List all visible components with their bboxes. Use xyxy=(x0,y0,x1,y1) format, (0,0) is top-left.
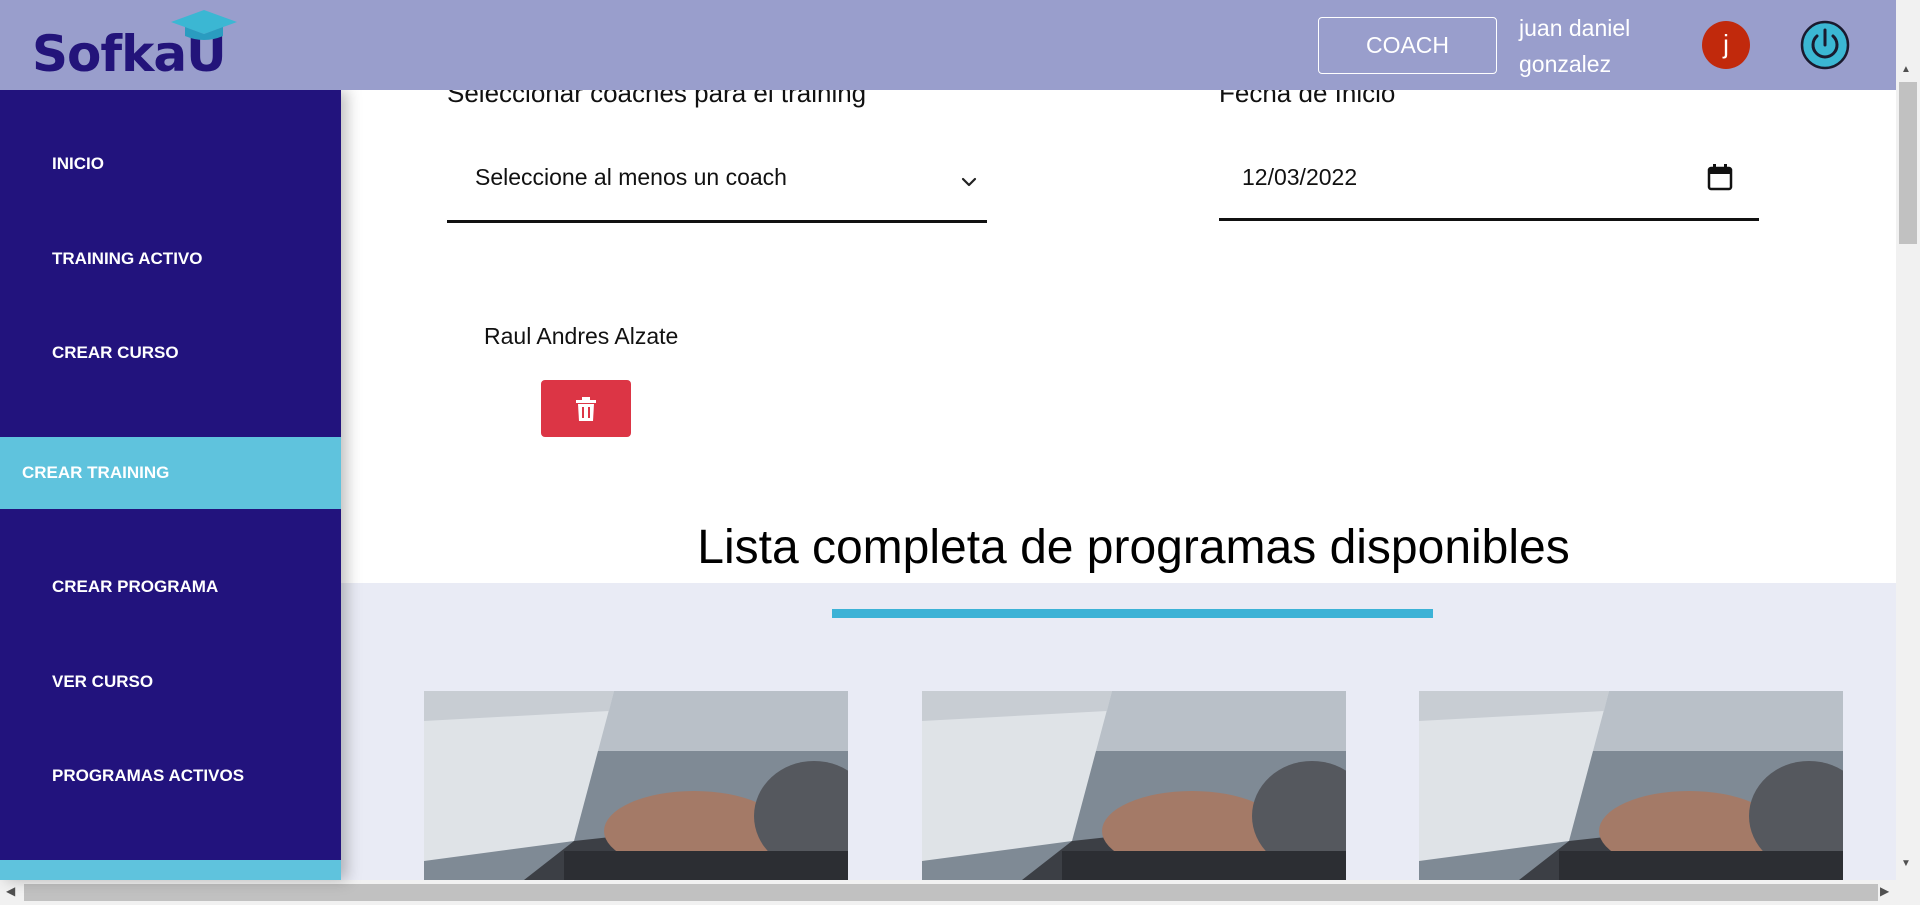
sidebar-item-crear-programa[interactable]: CREAR PROGRAMA xyxy=(0,551,341,623)
scroll-right-arrow-icon[interactable]: ▶ xyxy=(1880,884,1889,898)
programs-title: Lista completa de programas disponibles xyxy=(697,521,1570,574)
sidebar-item-programas-activos[interactable]: PROGRAMAS ACTIVOS xyxy=(0,740,341,812)
sidebar-item-crear-curso[interactable]: CREAR CURSO xyxy=(0,317,341,389)
program-card[interactable] xyxy=(922,691,1346,880)
chevron-down-icon xyxy=(961,177,977,187)
coaches-select[interactable]: Seleccione al menos un coach xyxy=(447,150,987,223)
power-icon[interactable] xyxy=(1800,20,1850,70)
start-date-value: 12/03/2022 xyxy=(1242,164,1358,190)
sidebar-item-training-activo[interactable]: TRAINING ACTIVO xyxy=(0,223,341,295)
scroll-down-arrow-icon[interactable]: ▼ xyxy=(1901,858,1911,869)
selected-coach-name: Raul Andres Alzate xyxy=(484,323,679,349)
sidebar-bottom-strip xyxy=(0,860,341,880)
scroll-left-arrow-icon[interactable]: ◀ xyxy=(6,884,15,898)
vertical-scroll-thumb[interactable] xyxy=(1899,82,1917,244)
page: Seleccionar coaches para el training Fec… xyxy=(0,0,1920,905)
laptop-typing-photo xyxy=(922,691,1346,880)
calendar-icon[interactable] xyxy=(1707,163,1733,191)
horizontal-scroll-thumb[interactable] xyxy=(24,884,1878,901)
remove-coach-button[interactable] xyxy=(541,380,631,437)
laptop-typing-photo xyxy=(1419,691,1843,880)
scroll-up-arrow-icon[interactable]: ▲ xyxy=(1901,64,1911,75)
sidebar-item-ver-curso[interactable]: VER CURSO xyxy=(0,646,341,718)
trash-icon xyxy=(576,397,596,421)
top-header: SofkaU COACH juan daniel gonzalez j xyxy=(0,0,1896,90)
sidebar-item-inicio[interactable]: INICIO xyxy=(0,128,341,200)
sidebar: INICIO TRAINING ACTIVO CREAR CURSO CREAR… xyxy=(0,90,341,880)
graduation-cap-icon xyxy=(171,10,237,40)
title-underline xyxy=(832,609,1433,618)
role-button[interactable]: COACH xyxy=(1318,17,1497,74)
sidebar-item-crear-training[interactable]: CREAR TRAINING xyxy=(0,437,341,509)
sofkau-logo[interactable]: SofkaU xyxy=(32,10,242,83)
laptop-typing-photo xyxy=(424,691,848,880)
program-card[interactable] xyxy=(1419,691,1843,880)
user-name: juan daniel gonzalez xyxy=(1519,15,1631,77)
program-card[interactable] xyxy=(424,691,848,880)
avatar[interactable]: j xyxy=(1702,21,1750,69)
start-date-input[interactable]: 12/03/2022 xyxy=(1219,150,1759,221)
coaches-select-value: Seleccione al menos un coach xyxy=(475,164,787,190)
